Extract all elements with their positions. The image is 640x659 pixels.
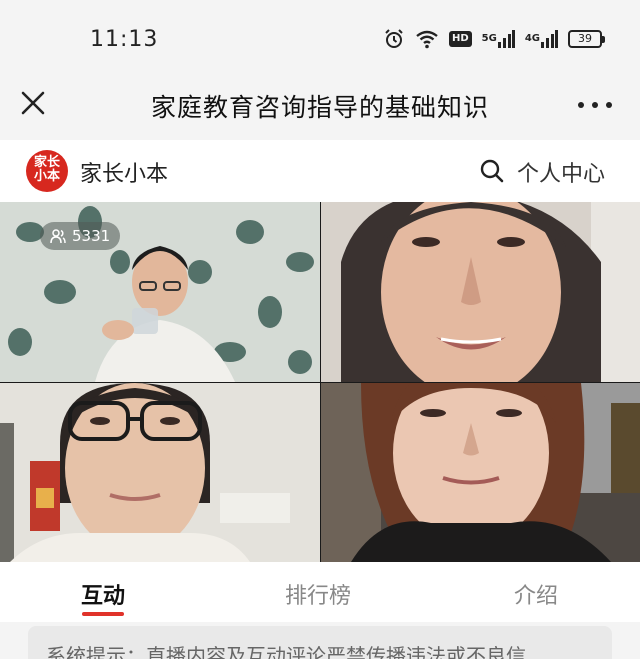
status-icons: HD 5G 4G 39: [383, 28, 605, 50]
viewer-count-badge: 5331: [40, 222, 121, 250]
viewer-count: 5331: [72, 227, 111, 245]
brand-bar: 家长 小本 家长小本 个人中心: [0, 140, 640, 202]
search-button[interactable]: [479, 158, 505, 184]
more-dot: [592, 102, 598, 108]
page-title: 家庭教育咨询指导的基础知识: [150, 93, 489, 122]
signal-5g-icon: 5G: [482, 29, 515, 49]
personal-center-link[interactable]: 个人中心: [517, 156, 605, 188]
video-tile-guest-2[interactable]: [0, 383, 320, 562]
live-video-grid[interactable]: 5331: [0, 202, 640, 562]
people-icon: [50, 229, 66, 244]
brand-name[interactable]: 家长小本: [80, 156, 168, 188]
search-icon: [480, 159, 504, 183]
status-bar: 11:13 HD 5G 4G 39: [0, 0, 640, 72]
net-5g-label: 5G: [481, 33, 497, 44]
status-time: 11:13: [90, 27, 159, 52]
active-tab-indicator: [82, 612, 124, 616]
logo-text-top: 家长: [33, 155, 60, 170]
guest-3-video-image: [321, 383, 640, 562]
guest-1-video-image: [321, 202, 640, 382]
more-dot: [578, 102, 584, 108]
tab-bar: 互动 排行榜 介绍: [0, 562, 640, 622]
hd-icon: HD: [448, 31, 472, 47]
video-tile-host[interactable]: 5331: [0, 202, 320, 382]
more-button[interactable]: [578, 100, 612, 110]
system-notice: 系统提示：直播内容及互动评论严禁传播违法或不良信: [28, 626, 612, 659]
net-4g-label: 4G: [524, 33, 540, 44]
brand-logo[interactable]: 家长 小本: [26, 150, 68, 192]
video-tile-guest-3[interactable]: [321, 383, 640, 562]
tab-interaction[interactable]: 互动: [81, 578, 125, 610]
logo-text-bottom: 小本: [33, 169, 60, 184]
battery-icon: 39: [568, 30, 605, 48]
tab-introduction[interactable]: 介绍: [514, 578, 558, 610]
video-tile-guest-1[interactable]: [321, 202, 640, 382]
wifi-icon: [415, 29, 439, 49]
guest-2-video-image: [0, 383, 320, 562]
signal-4g-icon: 4G: [525, 29, 558, 49]
title-bar: 家庭教育咨询指导的基础知识: [0, 72, 640, 140]
alarm-icon: [383, 28, 405, 50]
notice-area: 系统提示：直播内容及互动评论严禁传播违法或不良信: [0, 622, 640, 659]
tab-leaderboard[interactable]: 排行榜: [285, 578, 351, 610]
more-dot: [606, 102, 612, 108]
